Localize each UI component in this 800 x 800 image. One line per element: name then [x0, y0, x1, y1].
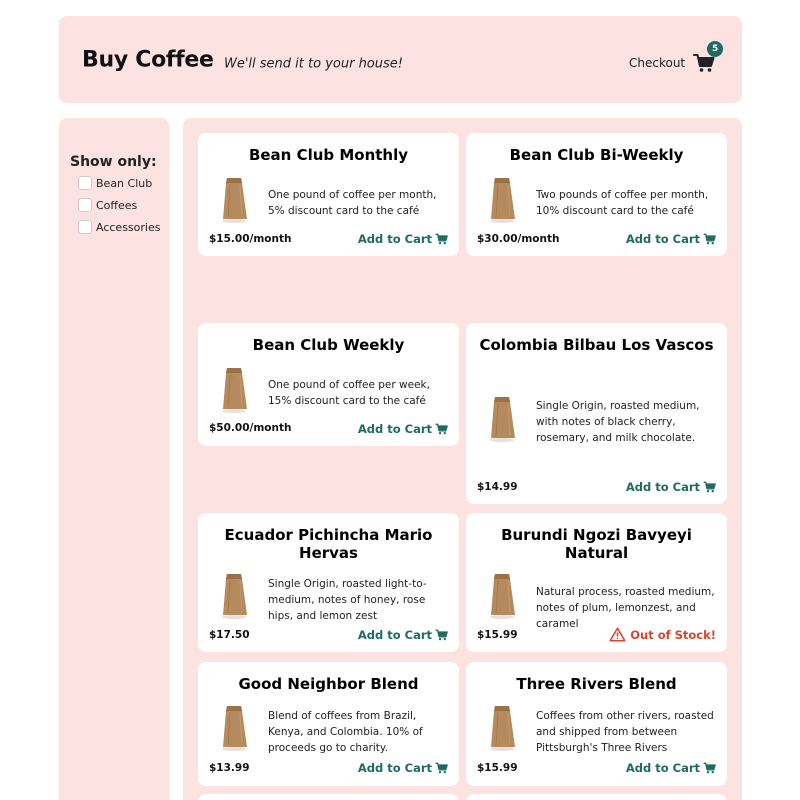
product-card: Bean Club Weekly One pound of coffee per… [198, 323, 459, 446]
product-card: Three Rivers Blend Coffees from other ri… [466, 662, 727, 786]
product-card: Colombia Bilbau Los Vascos Single Origin… [466, 323, 727, 504]
product-description: Coffees from other rivers, roasted and s… [536, 710, 714, 754]
cart-icon [435, 233, 448, 245]
filter-coffees[interactable]: Coffees [78, 198, 137, 212]
coffee-bag-image [490, 574, 515, 619]
coffee-bag-image [222, 706, 247, 751]
product-name: Bean Club Monthly [248, 146, 409, 164]
product-name: Good Neighbor Blend [238, 675, 419, 693]
add-to-cart-button[interactable]: Add to Cart [358, 628, 448, 642]
page-tagline: We'll send it to your house! [224, 56, 403, 72]
filter-sidebar: Show only: Bean Club Coffees Accessories [59, 118, 169, 800]
shopping-cart-icon[interactable]: 5 [693, 41, 724, 73]
product-description: One pound of coffee per week, 15% discou… [268, 379, 430, 407]
out-of-stock-indicator: Out of Stock! [609, 627, 716, 642]
coffee-bag-image [490, 706, 515, 751]
product-card: Bean Club Bi-Weekly Two pounds of coffee… [466, 133, 727, 256]
product-description: Two pounds of coffee per month, 10% disc… [536, 189, 709, 217]
coffee-bag-image [490, 397, 515, 442]
product-name: Three Rivers Blend [516, 675, 677, 693]
add-to-cart-button[interactable]: Add to Cart [626, 480, 716, 494]
product-name: Burundi Ngozi Bavyeyi Natural [501, 526, 692, 562]
product-card [466, 794, 727, 800]
checkout-label: Checkout [629, 56, 686, 70]
out-of-stock-label: Out of Stock! [630, 627, 716, 642]
filter-label: Accessories [96, 220, 161, 234]
product-card: Good Neighbor Blend Blend of coffees fro… [198, 662, 459, 786]
cart-count-badge: 5 [707, 41, 724, 57]
cart-icon [435, 629, 448, 641]
product-price: $15.00/month [209, 233, 292, 245]
product-price: $13.99 [209, 762, 250, 774]
coffee-bag-image [222, 368, 247, 413]
product-price: $14.99 [477, 481, 518, 493]
product-description: Blend of coffees from Brazil, Kenya, and… [268, 710, 423, 754]
product-name: Colombia Bilbau Los Vascos [479, 336, 714, 354]
product-name: Bean Club Weekly [252, 336, 405, 354]
filter-label: Coffees [96, 198, 138, 212]
product-card: Ecuador Pichincha Mario Hervas Single Or… [198, 513, 459, 652]
coffee-bag-image [222, 178, 247, 223]
filter-label: Bean Club [96, 176, 153, 190]
product-grid: Bean Club Monthly One pound of coffee pe… [183, 118, 742, 800]
add-to-cart-label: Add to Cart [625, 480, 700, 494]
cart-icon [435, 762, 448, 774]
product-name: Bean Club Bi-Weekly [509, 146, 684, 164]
filter-checkbox[interactable] [78, 220, 92, 234]
add-to-cart-button[interactable]: Add to Cart [626, 232, 716, 246]
product-name: Ecuador Pichincha Mario Hervas [224, 526, 433, 562]
product-card [198, 794, 459, 800]
product-price: $30.00/month [477, 233, 560, 245]
filter-accessories[interactable]: Accessories [78, 220, 160, 234]
page-header: Buy Coffee We'll send it to your house! … [59, 16, 742, 103]
product-price: $15.99 [477, 762, 518, 774]
add-to-cart-label: Add to Cart [357, 761, 432, 775]
add-to-cart-label: Add to Cart [357, 628, 432, 642]
product-description: Single Origin, roasted medium, with note… [536, 400, 700, 444]
add-to-cart-button[interactable]: Add to Cart [358, 761, 448, 775]
cart-icon [703, 762, 716, 774]
checkout-button[interactable]: Checkout 5 [629, 41, 724, 74]
filter-checkbox[interactable] [78, 176, 92, 190]
filter-checkbox[interactable] [78, 198, 92, 212]
add-to-cart-label: Add to Cart [357, 422, 432, 436]
cart-icon [703, 481, 716, 493]
add-to-cart-button[interactable]: Add to Cart [358, 232, 448, 246]
add-to-cart-label: Add to Cart [625, 232, 700, 246]
product-price: $15.99 [477, 629, 518, 641]
product-card: Bean Club Monthly One pound of coffee pe… [198, 133, 459, 256]
product-description: Single Origin, roasted light-to-medium, … [268, 578, 427, 622]
add-to-cart-button[interactable]: Add to Cart [358, 422, 448, 436]
filter-bean-club[interactable]: Bean Club [78, 176, 152, 190]
coffee-bag-image [222, 574, 247, 619]
product-description: One pound of coffee per month, 5% discou… [268, 189, 437, 217]
page-title: Buy Coffee [82, 47, 214, 73]
cart-icon [703, 233, 716, 245]
warning-icon [609, 627, 626, 642]
add-to-cart-label: Add to Cart [625, 761, 700, 775]
coffee-bag-image [490, 178, 515, 223]
product-price: $17.50 [209, 629, 250, 641]
product-price: $50.00/month [209, 422, 292, 434]
product-description: Natural process, roasted medium, notes o… [536, 586, 715, 630]
add-to-cart-button[interactable]: Add to Cart [626, 761, 716, 775]
cart-icon [435, 423, 448, 435]
add-to-cart-label: Add to Cart [357, 232, 432, 246]
product-card: Burundi Ngozi Bavyeyi Natural Natural pr… [466, 513, 727, 652]
show-only-label: Show only: [70, 154, 157, 170]
